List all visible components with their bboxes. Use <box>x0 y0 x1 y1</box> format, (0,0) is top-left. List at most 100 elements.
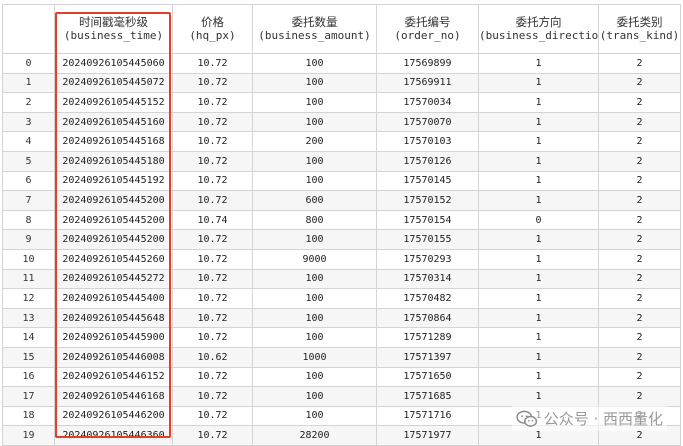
hq-px-cell: 10.72 <box>172 386 253 407</box>
table-row: 7 20240926105445200 10.72 600 17570152 1 2 <box>2 190 681 211</box>
hq-px-cell: 10.72 <box>172 366 253 388</box>
row-index-cell: 5 <box>2 150 55 172</box>
hq-px-cell: 10.74 <box>172 209 253 231</box>
hq-px-cell: 10.72 <box>172 248 253 270</box>
table-row: 0 20240926105445060 10.72 100 17569899 1 2 <box>2 53 681 74</box>
table-row: 15 20240926105446008 10.62 1000 17571397 1 2 <box>2 346 681 368</box>
table-row: 4 20240926105445168 10.72 200 17570103 1 2 <box>2 131 681 152</box>
business-direction-cell: 1 <box>478 150 599 172</box>
watermark: 公众号 · 西西量化 <box>511 406 667 431</box>
trans-kind-cell: 2 <box>598 288 681 309</box>
business-time-cell: 20240926105446360 <box>54 425 173 446</box>
row-index-cell: 12 <box>2 288 55 309</box>
hq-px-cell: 10.62 <box>172 346 253 368</box>
row-index-cell: 13 <box>2 307 55 329</box>
order-no-cell: 17570482 <box>376 288 479 309</box>
business-direction-cell: 1 <box>478 92 599 113</box>
table-row: 8 20240926105445200 10.74 800 17570154 0 2 <box>2 209 681 231</box>
header-business-time: 时间戳毫秒级 (business_time) <box>54 4 173 54</box>
business-time-cell: 20240926105446168 <box>54 386 173 407</box>
row-index-cell: 14 <box>2 327 55 348</box>
hq-px-cell: 10.72 <box>172 288 253 309</box>
order-no-cell: 17570864 <box>376 307 479 329</box>
trans-kind-cell: 2 <box>598 111 681 133</box>
hq-px-cell: 10.72 <box>172 425 253 446</box>
business-direction-cell: 1 <box>478 288 599 309</box>
order-no-cell: 17570293 <box>376 248 479 270</box>
hq-px-cell: 10.72 <box>172 405 253 427</box>
order-no-cell: 17570145 <box>376 170 479 192</box>
hq-px-cell: 10.72 <box>172 92 253 113</box>
business-direction-cell: 1 <box>478 53 599 74</box>
order-no-cell: 17571977 <box>376 425 479 446</box>
hq-px-cell: 10.72 <box>172 53 253 74</box>
business-direction-cell: 1 <box>478 72 599 94</box>
business-time-cell: 20240926105445648 <box>54 307 173 329</box>
business-time-cell: 20240926105445152 <box>54 92 173 113</box>
order-no-cell: 17571685 <box>376 386 479 407</box>
order-no-cell: 17570103 <box>376 131 479 152</box>
business-direction-cell: 1 <box>478 111 599 133</box>
table-row: 5 20240926105445180 10.72 100 17570126 1 2 <box>2 150 681 172</box>
row-index-cell: 17 <box>2 386 55 407</box>
table-row: 17 20240926105446168 10.72 100 17571685 1 2 <box>2 386 681 407</box>
business-time-cell: 20240926105446200 <box>54 405 173 427</box>
order-no-cell: 17570155 <box>376 229 479 250</box>
table-row: 3 20240926105445160 10.72 100 17570070 1 2 <box>2 111 681 133</box>
table-row: 6 20240926105445192 10.72 100 17570145 1 2 <box>2 170 681 192</box>
business-direction-cell: 1 <box>478 248 599 270</box>
order-no-cell: 17569899 <box>376 53 479 74</box>
order-no-cell: 17570314 <box>376 268 479 290</box>
table-row: 16 20240926105446152 10.72 100 17571650 1 2 <box>2 366 681 388</box>
hq-px-cell: 10.72 <box>172 111 253 133</box>
business-amount-cell: 800 <box>252 209 377 231</box>
business-time-cell: 20240926105445200 <box>54 209 173 231</box>
trans-kind-cell: 2 <box>598 150 681 172</box>
business-time-cell: 20240926105445900 <box>54 327 173 348</box>
hq-px-cell: 10.72 <box>172 170 253 192</box>
business-direction-cell: 1 <box>478 346 599 368</box>
business-direction-cell: 1 <box>478 366 599 388</box>
row-index-cell: 16 <box>2 366 55 388</box>
trans-kind-cell: 2 <box>598 170 681 192</box>
business-amount-cell: 100 <box>252 170 377 192</box>
table-row: 2 20240926105445152 10.72 100 17570034 1 2 <box>2 92 681 113</box>
business-amount-cell: 200 <box>252 131 377 152</box>
row-index-cell: 7 <box>2 190 55 211</box>
business-direction-cell: 1 <box>478 170 599 192</box>
row-index-cell: 19 <box>2 425 55 446</box>
table-row: 11 20240926105445272 10.72 100 17570314 1 2 <box>2 268 681 290</box>
row-index-cell: 8 <box>2 209 55 231</box>
business-time-cell: 20240926105445260 <box>54 248 173 270</box>
trans-kind-cell: 2 <box>598 72 681 94</box>
order-no-cell: 17570152 <box>376 190 479 211</box>
business-time-cell: 20240926105445168 <box>54 131 173 152</box>
hq-px-cell: 10.72 <box>172 268 253 290</box>
business-amount-cell: 100 <box>252 288 377 309</box>
business-amount-cell: 100 <box>252 111 377 133</box>
order-no-cell: 17571716 <box>376 405 479 427</box>
table-row: 14 20240926105445900 10.72 100 17571289 1 2 <box>2 327 681 348</box>
business-direction-cell: 1 <box>478 327 599 348</box>
business-amount-cell: 600 <box>252 190 377 211</box>
hq-px-cell: 10.72 <box>172 150 253 172</box>
business-direction-cell: 1 <box>478 268 599 290</box>
row-index-cell: 4 <box>2 131 55 152</box>
row-index-cell: 3 <box>2 111 55 133</box>
order-no-cell: 17569911 <box>376 72 479 94</box>
business-amount-cell: 100 <box>252 229 377 250</box>
trans-kind-cell: 2 <box>598 190 681 211</box>
trans-kind-cell: 2 <box>598 92 681 113</box>
business-time-cell: 20240926105445060 <box>54 53 173 74</box>
order-no-cell: 17570126 <box>376 150 479 172</box>
trans-kind-cell: 2 <box>598 131 681 152</box>
watermark-text: 公众号 · 西西量化 <box>543 410 663 428</box>
business-time-cell: 20240926105445192 <box>54 170 173 192</box>
trans-kind-cell: 2 <box>598 307 681 329</box>
table-row: 10 20240926105445260 10.72 9000 17570293 1 2 <box>2 248 681 270</box>
trans-kind-cell: 2 <box>598 386 681 407</box>
business-time-cell: 20240926105445180 <box>54 150 173 172</box>
trans-kind-cell: 2 <box>598 209 681 231</box>
row-index-cell: 10 <box>2 248 55 270</box>
trans-kind-cell: 2 <box>598 229 681 250</box>
